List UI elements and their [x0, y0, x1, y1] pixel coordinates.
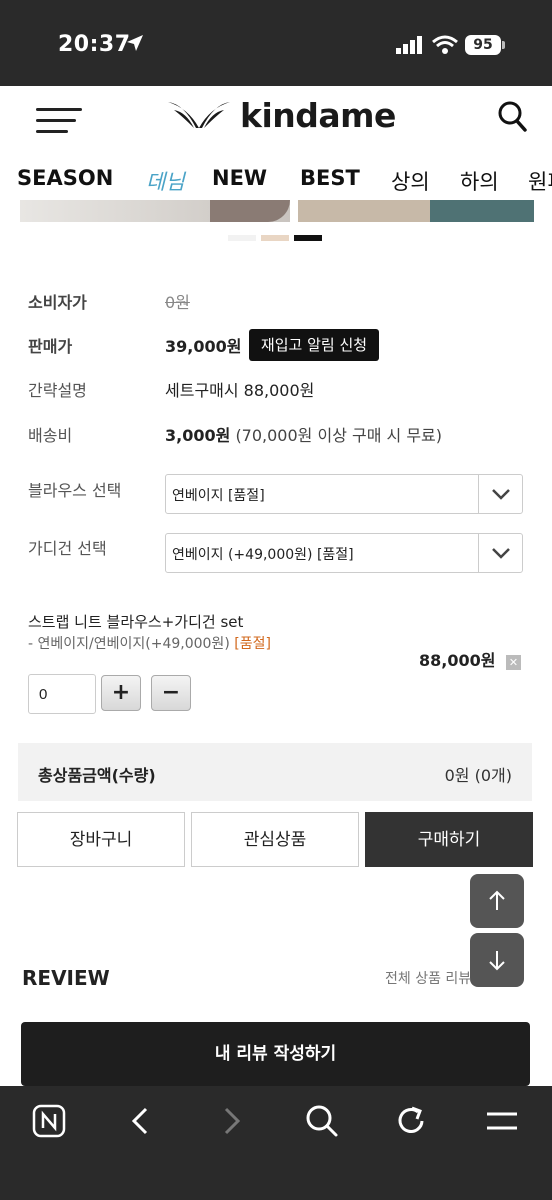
consumer-price-label: 소비자가 — [28, 293, 87, 312]
brand-logo[interactable]: kindame — [166, 96, 396, 135]
wifi-icon — [432, 35, 458, 54]
quantity-decrease-button[interactable]: − — [151, 675, 191, 711]
category-new[interactable]: NEW — [212, 166, 267, 190]
summary-value: 세트구매시 88,000원 — [165, 381, 315, 400]
arrow-up-icon — [489, 890, 505, 910]
selected-option-name: 스트랩 니트 블라우스+가디건 set — [28, 613, 244, 631]
category-bottoms[interactable]: 하의 — [460, 166, 499, 196]
review-heading: REVIEW — [22, 966, 110, 990]
naver-home-icon[interactable] — [32, 1104, 66, 1138]
slider-dot-active[interactable] — [294, 235, 322, 241]
cardigan-select-label: 가디건 선택 — [28, 539, 107, 558]
shipping-fee: 3,000원 — [165, 426, 231, 445]
category-season[interactable]: SEASON — [17, 166, 113, 190]
cardigan-select[interactable]: 연베이지 (+49,000원) [품절] — [165, 533, 523, 573]
wishlist-button[interactable]: 관심상품 — [191, 812, 359, 867]
wings-logo-icon — [168, 101, 230, 128]
soldout-badge: [품절] — [234, 636, 271, 652]
restock-alert-button[interactable]: 재입고 알림 신청 — [249, 329, 379, 361]
forward-icon[interactable] — [218, 1104, 244, 1138]
category-denim[interactable]: 데님 — [146, 166, 185, 196]
shipping-value: 3,000원 (70,000원 이상 구매 시 무료) — [165, 422, 442, 446]
total-value: 0원 (0개) — [444, 766, 512, 785]
shipping-label: 배송비 — [28, 426, 73, 445]
menu-icon[interactable] — [36, 108, 82, 134]
selected-option-price: 88,000원 — [419, 651, 496, 670]
category-onepiece[interactable]: 원피 — [528, 166, 552, 196]
menu-icon[interactable] — [485, 1104, 519, 1138]
battery-indicator: 95 — [465, 35, 501, 55]
option-detail-text: - 연베이지/연베이지(+49,000원) — [28, 636, 230, 652]
blouse-select-label: 블라우스 선택 — [28, 481, 122, 500]
product-image-1-detail — [210, 200, 290, 222]
browser-toolbar — [0, 1086, 552, 1200]
category-nav: SEASON 데님 NEW BEST 상의 하의 원피 — [0, 150, 552, 204]
blouse-select-value: 연베이지 [품절] — [172, 488, 265, 504]
product-image-slider[interactable] — [20, 200, 534, 222]
all-reviews-link[interactable]: 전체 상품 리뷰 — [385, 968, 530, 988]
blouse-select[interactable]: 연베이지 [품절] — [165, 474, 523, 514]
search-icon[interactable] — [498, 101, 528, 133]
quantity-increase-button[interactable]: + — [101, 675, 141, 711]
summary-label: 간략설명 — [28, 381, 87, 400]
shipping-note: (70,000원 이상 구매 시 무료) — [235, 426, 443, 445]
sale-price-label: 판매가 — [28, 337, 73, 356]
scroll-top-button[interactable] — [470, 874, 524, 928]
total-label: 총상품금액(수량) — [38, 766, 156, 785]
product-image-2-detail — [430, 200, 534, 222]
category-tops[interactable]: 상의 — [391, 166, 430, 196]
sale-price-value: 39,000원 — [165, 337, 242, 356]
cellular-signal-icon — [396, 36, 422, 54]
site-header: kindame — [0, 86, 552, 150]
slider-dot[interactable] — [261, 235, 289, 241]
reload-icon[interactable] — [396, 1104, 428, 1138]
back-icon[interactable] — [128, 1104, 154, 1138]
write-review-button[interactable]: 내 리뷰 작성하기 — [21, 1022, 530, 1086]
cart-button[interactable]: 장바구니 — [17, 812, 185, 867]
location-arrow-icon — [127, 35, 143, 51]
status-bar: 20:37 95 — [0, 0, 552, 86]
consumer-price-value: 0원 — [165, 293, 190, 312]
buy-button[interactable]: 구매하기 — [365, 812, 533, 867]
remove-option-icon[interactable]: ✕ — [506, 655, 521, 670]
selected-option-detail: - 연베이지/연베이지(+49,000원) [품절] — [28, 633, 271, 653]
quantity-input[interactable] — [28, 674, 96, 714]
category-best[interactable]: BEST — [300, 166, 360, 190]
slider-dot[interactable] — [228, 235, 256, 241]
chevron-down-icon[interactable] — [478, 534, 522, 572]
battery-tip — [502, 41, 505, 49]
brand-name: kindame — [240, 96, 396, 135]
status-time: 20:37 — [58, 32, 131, 57]
cardigan-select-value: 연베이지 (+49,000원) [품절] — [172, 547, 354, 563]
total-price-box: 총상품금액(수량) 0원 (0개) — [18, 743, 532, 801]
search-icon[interactable] — [305, 1104, 339, 1138]
chevron-down-icon[interactable] — [478, 475, 522, 513]
